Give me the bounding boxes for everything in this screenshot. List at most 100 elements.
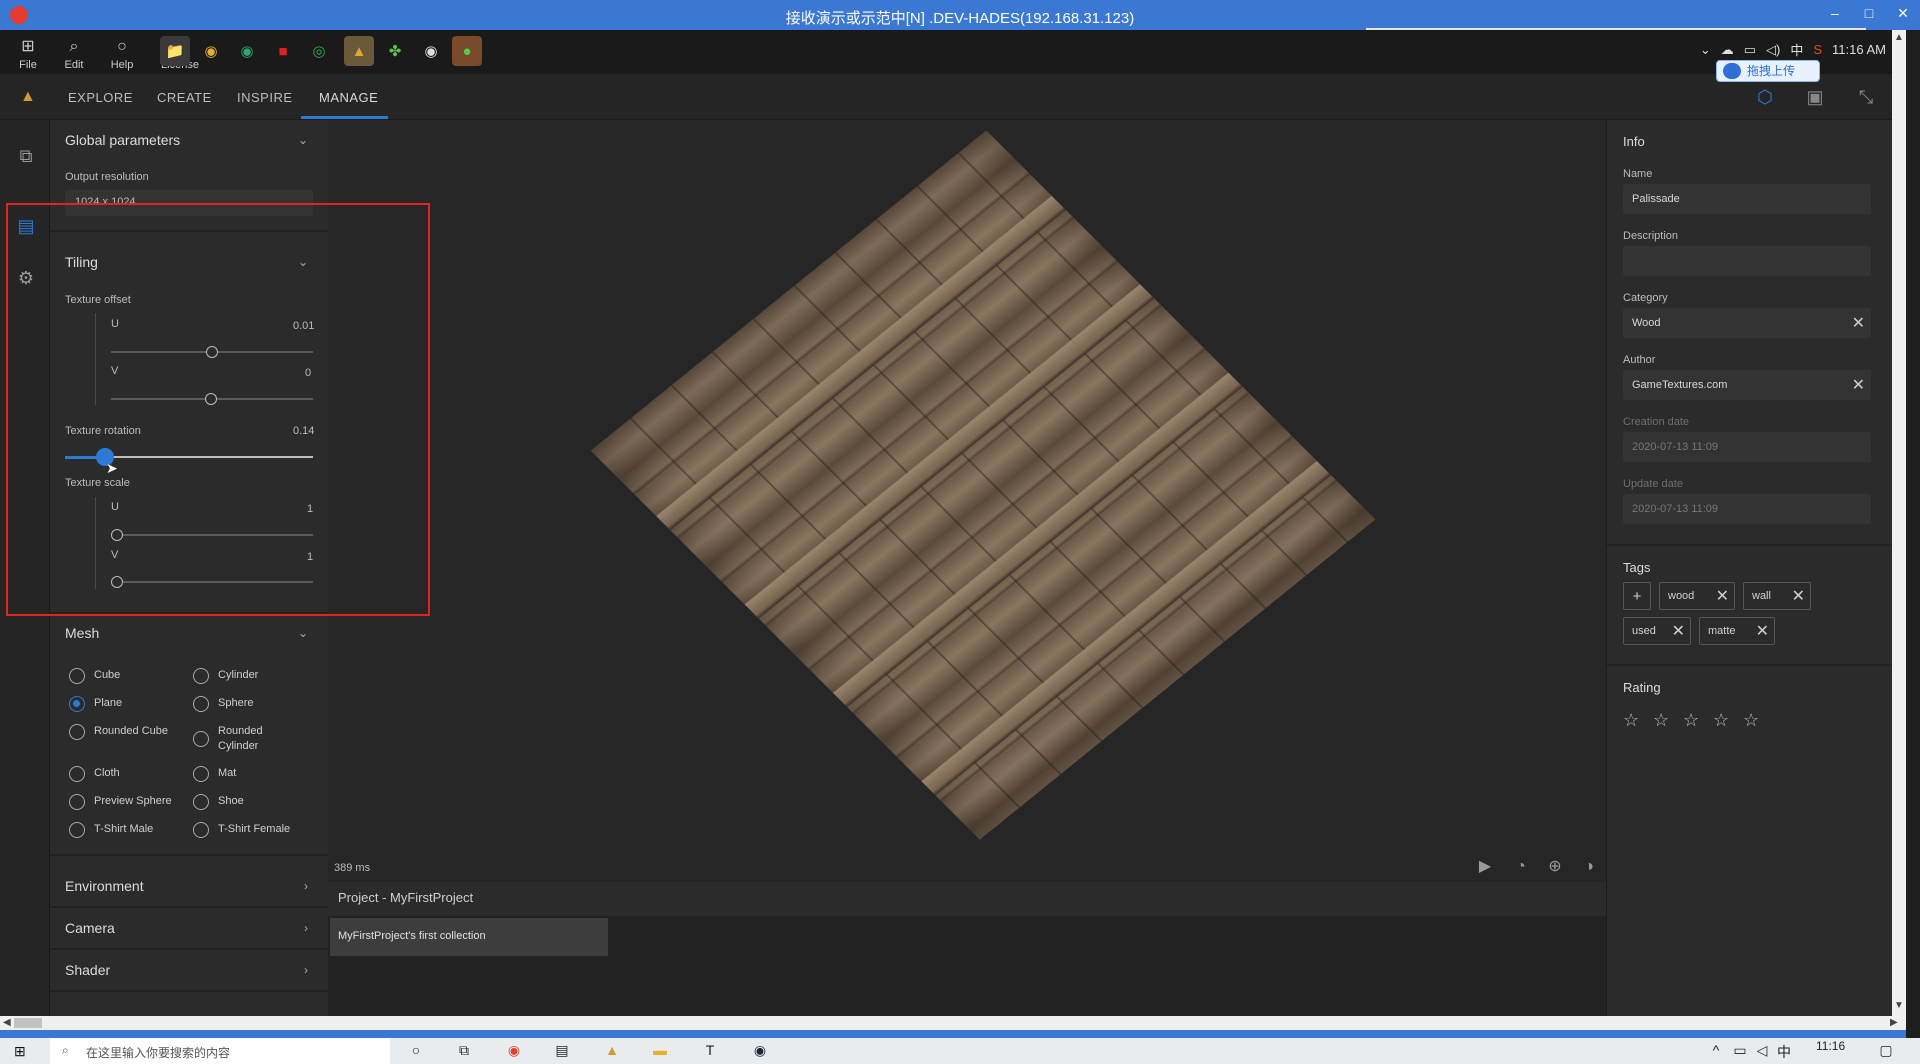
offset-u-slider-handle[interactable] <box>206 346 218 358</box>
radio-button[interactable] <box>193 822 209 838</box>
tab-create[interactable]: CREATE <box>157 90 212 105</box>
tag-chip[interactable]: matte ✕ <box>1699 617 1775 645</box>
substance-app-icon[interactable]: ▲ <box>344 36 374 66</box>
star-icon[interactable]: ☆ <box>1743 710 1759 731</box>
output-resolution-select[interactable]: 1024 x 1024 <box>65 190 313 216</box>
category-field[interactable]: Wood ✕ <box>1623 308 1871 338</box>
sogou-icon[interactable]: S <box>1813 42 1822 57</box>
mesh-option-preview-sphere[interactable]: Preview Sphere <box>69 794 172 810</box>
environment-rotate-icon[interactable]: ◔ <box>1510 857 1532 877</box>
tiling-header[interactable]: Tiling ⌄ <box>50 242 328 282</box>
radio-button[interactable] <box>193 794 209 810</box>
tag-chip[interactable]: used ✕ <box>1623 617 1691 645</box>
chrome-icon[interactable]: ◉ <box>504 1042 524 1062</box>
clover-app-icon[interactable]: ✤ <box>380 36 410 66</box>
chevron-up-icon[interactable]: ⌄ <box>1700 42 1711 58</box>
star-icon[interactable]: ☆ <box>1623 710 1639 731</box>
scale-u-slider[interactable] <box>111 534 313 536</box>
render-settings-icon[interactable]: ⚙ <box>14 266 38 290</box>
edit-menu[interactable]: ⌕ Edit <box>56 34 92 71</box>
scale-v-slider[interactable] <box>111 581 313 583</box>
mesh-header[interactable]: Mesh ⌄ <box>50 613 328 653</box>
cortana-icon[interactable]: ○ <box>406 1042 426 1062</box>
mesh-option-shoe[interactable]: Shoe <box>193 794 244 810</box>
steam-app-icon[interactable]: ◉ <box>416 36 446 66</box>
minimize-button[interactable]: – <box>1818 0 1852 30</box>
3d-view-icon[interactable]: ⬡ <box>1754 86 1776 108</box>
cloud-upload-pill[interactable]: 拖拽上传 <box>1716 60 1820 82</box>
2d-view-icon[interactable]: ▣ <box>1804 86 1826 108</box>
radio-button[interactable] <box>69 668 85 684</box>
tab-explore[interactable]: EXPLORE <box>68 90 133 105</box>
scale-u-slider-handle[interactable] <box>111 529 123 541</box>
edge-app-icon[interactable]: ◉ <box>232 36 262 66</box>
scroll-left-arrow-icon[interactable]: ◀ <box>3 1017 11 1028</box>
volume-icon[interactable]: ◁ <box>1752 1042 1772 1062</box>
explorer-app-icon[interactable]: 📁 <box>160 36 190 66</box>
display-settings-icon[interactable]: ▤ <box>14 214 38 238</box>
steam-icon[interactable]: ◉ <box>750 1042 770 1062</box>
help-menu[interactable]: ○ Help <box>104 34 140 71</box>
lighting-icon[interactable]: ◑ <box>1578 857 1600 877</box>
mesh-option-tshirt-male[interactable]: T-Shirt Male <box>69 822 153 838</box>
mesh-option-cylinder[interactable]: Cylinder <box>193 668 258 684</box>
split-view-icon[interactable]: ⤡ <box>1855 86 1877 108</box>
scrollbar-thumb[interactable] <box>14 1018 42 1028</box>
cloud-icon[interactable]: ☁ <box>1721 42 1734 58</box>
typora-icon[interactable]: T <box>700 1042 720 1062</box>
author-field[interactable]: GameTextures.com ✕ <box>1623 370 1871 400</box>
scroll-right-arrow-icon[interactable]: ▶ <box>1890 1017 1898 1028</box>
radio-button[interactable] <box>69 766 85 782</box>
clear-category-icon[interactable]: ✕ <box>1852 313 1865 333</box>
radio-button[interactable] <box>193 668 209 684</box>
radio-button-selected[interactable] <box>69 696 85 712</box>
global-parameters-header[interactable]: Global parameters ⌄ <box>50 120 328 160</box>
scale-v-slider-handle[interactable] <box>111 576 123 588</box>
chevron-up-icon[interactable]: ^ <box>1706 1042 1726 1062</box>
start-windows-icon[interactable]: ⊞ <box>14 1043 26 1060</box>
notification-icon[interactable]: ▢ <box>1876 1042 1896 1062</box>
substance-logo-icon[interactable]: ▲ <box>20 88 38 106</box>
name-field[interactable]: Palissade <box>1623 184 1871 214</box>
library-icon[interactable]: ⧉ <box>14 144 38 168</box>
star-icon[interactable]: ☆ <box>1683 710 1699 731</box>
radio-button[interactable] <box>69 822 85 838</box>
radio-button[interactable] <box>193 766 209 782</box>
star-icon[interactable]: ☆ <box>1653 710 1669 731</box>
description-field[interactable] <box>1623 246 1871 276</box>
remove-tag-icon[interactable]: ✕ <box>1792 586 1805 606</box>
scroll-down-arrow-icon[interactable]: ▼ <box>1894 1000 1904 1011</box>
collection-card[interactable]: MyFirstProject's first collection <box>330 918 608 956</box>
radio-button[interactable] <box>193 731 209 747</box>
file-menu[interactable]: ⊞ File <box>10 34 46 71</box>
network-icon[interactable]: ▭ <box>1744 42 1756 58</box>
mesh-option-tshirt-female[interactable]: T-Shirt Female <box>193 822 290 838</box>
mesh-option-cloth[interactable]: Cloth <box>69 766 120 782</box>
volume-icon[interactable]: ◁) <box>1766 42 1780 58</box>
mesh-option-mat[interactable]: Mat <box>193 766 236 782</box>
wechat-app-icon[interactable]: ● <box>452 36 482 66</box>
offset-v-slider-handle[interactable] <box>205 393 217 405</box>
camera-header[interactable]: Camera › <box>50 908 328 948</box>
mesh-option-rounded-cylinder[interactable]: Rounded Cylinder <box>193 724 273 754</box>
shader-header[interactable]: Shader › <box>50 950 328 990</box>
radio-button[interactable] <box>69 794 85 810</box>
remove-tag-icon[interactable]: ✕ <box>1672 621 1685 641</box>
mesh-option-sphere[interactable]: Sphere <box>193 696 253 712</box>
remove-tag-icon[interactable]: ✕ <box>1756 621 1769 641</box>
maximize-button[interactable]: □ <box>1852 0 1886 30</box>
3d-viewport[interactable]: 389 ms ▶ ◔ ⊕ ◑ <box>328 120 1606 882</box>
substance-icon[interactable]: ▲ <box>602 1042 622 1062</box>
network-icon[interactable]: ▭ <box>1730 1042 1750 1062</box>
vertical-scrollbar[interactable]: ▲ ▼ <box>1892 30 1906 1016</box>
mesh-option-cube[interactable]: Cube <box>69 668 120 684</box>
radio-button[interactable] <box>69 724 85 740</box>
tag-chip[interactable]: wood ✕ <box>1659 582 1735 610</box>
task-view-icon[interactable]: ⧉ <box>454 1042 474 1062</box>
mesh-option-rounded-cube[interactable]: Rounded Cube <box>69 724 168 740</box>
scroll-up-arrow-icon[interactable]: ▲ <box>1894 32 1904 43</box>
folder-icon[interactable]: ▬ <box>650 1042 670 1062</box>
chrome-app-icon[interactable]: ◉ <box>196 36 226 66</box>
grid-sphere-icon[interactable]: ⊕ <box>1544 857 1566 877</box>
ime-indicator[interactable]: 中 <box>1790 40 1803 59</box>
